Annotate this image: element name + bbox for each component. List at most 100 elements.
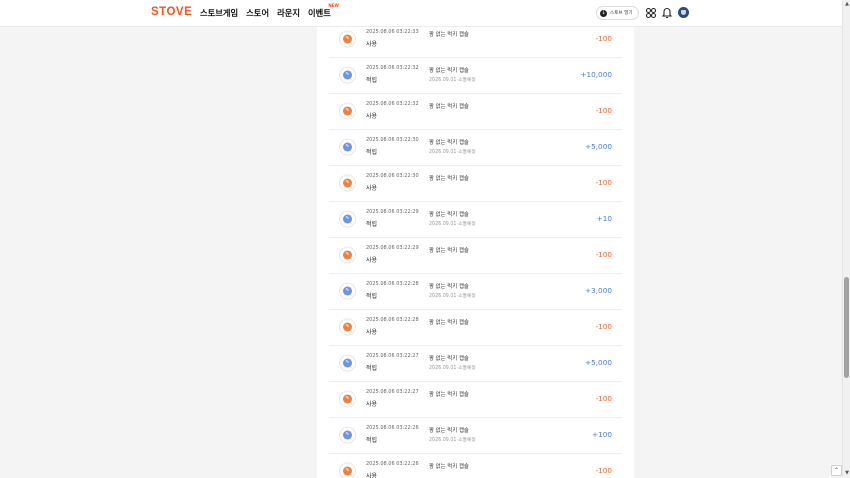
history-description: 팡 없는 럭키 캡슐 <box>429 320 469 326</box>
history-row: ✎ 2025.08.06 03:22:30 적립 팡 없는 럭키 캡슐 2026… <box>329 129 622 166</box>
launcher-label: 스토브 열기 <box>610 11 633 16</box>
history-amount: +5,000 <box>584 142 612 151</box>
apps-grid-icon[interactable] <box>645 7 657 19</box>
history-type: 사용 <box>366 41 378 48</box>
history-type: 사용 <box>366 473 378 478</box>
history-amount: +5,000 <box>584 358 612 367</box>
history-expiry: 2026.09.01 소멸예정 <box>429 222 476 227</box>
history-description: 팡 없는 럭키 캡슐 <box>429 392 469 398</box>
history-type: 적립 <box>366 365 378 372</box>
history-date: 2025.08.06 03:22:32 <box>366 65 419 71</box>
history-amount: -100 <box>595 466 612 475</box>
top-navigation-bar: STOVE 스토브게임 스토어 라운지 이벤트 NEW ↓ 스토브 열기 <box>0 0 842 27</box>
history-date: 2025.08.06 03:22:27 <box>366 389 419 395</box>
history-row: ✎ 2025.08.06 03:22:32 사용 팡 없는 럭키 캡슐 -100 <box>329 93 622 130</box>
scroll-down-arrow-icon[interactable]: ▼ <box>844 470 850 476</box>
history-date: 2025.08.06 03:22:27 <box>366 353 419 359</box>
history-row: ✎ 2025.08.06 03:22:26 사용 팡 없는 럭키 캡슐 -100 <box>329 453 622 478</box>
history-expiry: 2026.09.01 소멸예정 <box>429 294 476 299</box>
history-description: 팡 없는 럭키 캡슐 <box>429 140 469 146</box>
history-type: 사용 <box>366 329 378 336</box>
use-coin-icon: ✎ <box>339 102 356 120</box>
history-description: 팡 없는 럭키 캡슐 <box>429 212 469 218</box>
history-row: ✎ 2025.08.06 03:22:32 적립 팡 없는 럭키 캡슐 2026… <box>329 57 622 94</box>
history-expiry: 2026.09.01 소멸예정 <box>429 78 476 83</box>
use-coin-icon: ✎ <box>339 246 356 264</box>
history-date: 2025.08.06 03:22:30 <box>366 173 419 179</box>
point-history-list: ✎ 2025.08.06 03:22:33 사용 팡 없는 럭키 캡슐 -100… <box>317 0 634 478</box>
history-row: ✎ 2025.08.06 03:22:27 적립 팡 없는 럭키 캡슐 2026… <box>329 345 622 382</box>
nav-item-label: 라운지 <box>277 8 300 18</box>
history-date: 2025.08.06 03:22:29 <box>366 245 419 251</box>
history-date: 2025.08.06 03:22:29 <box>366 209 419 215</box>
earn-coin-icon: ✎ <box>339 426 356 444</box>
history-type: 적립 <box>366 149 378 156</box>
history-type: 적립 <box>366 221 378 228</box>
history-date: 2025.08.06 03:22:28 <box>366 281 419 287</box>
history-amount: -100 <box>595 178 612 187</box>
nav-item-event[interactable]: 이벤트 NEW <box>307 3 339 19</box>
history-description: 팡 없는 럭키 캡슐 <box>429 68 469 74</box>
history-amount: +10,000 <box>580 70 612 79</box>
use-coin-icon: ✎ <box>339 174 356 192</box>
history-amount: -100 <box>595 322 612 331</box>
nav-item-label: 스토브게임 <box>200 8 239 18</box>
history-type: 사용 <box>366 401 378 408</box>
history-description: 팡 없는 럭키 캡슐 <box>429 284 469 290</box>
history-description: 팡 없는 럭키 캡슐 <box>429 464 469 470</box>
avatar[interactable] <box>678 7 689 18</box>
history-date: 2025.08.06 03:22:26 <box>366 461 419 467</box>
scroll-up-arrow-icon[interactable]: ▲ <box>844 1 850 7</box>
download-icon: ↓ <box>600 9 607 17</box>
use-coin-icon: ✎ <box>339 30 356 48</box>
history-description: 팡 없는 럭키 캡슐 <box>429 356 469 362</box>
history-expiry: 2026.09.01 소멸예정 <box>429 366 476 371</box>
use-coin-icon: ✎ <box>339 390 356 408</box>
history-type: 적립 <box>366 437 378 444</box>
nav-item-stove-games[interactable]: 스토브게임 <box>200 7 238 19</box>
earn-coin-icon: ✎ <box>339 282 356 300</box>
nav-item-lounge[interactable]: 라운지 <box>277 7 300 19</box>
history-row: ✎ 2025.08.06 03:22:28 사용 팡 없는 럭키 캡슐 -100 <box>329 309 622 346</box>
stove-launcher-button[interactable]: ↓ 스토브 열기 <box>596 6 639 20</box>
history-type: 적립 <box>366 77 378 84</box>
scroll-to-top-button[interactable]: ⌃ <box>831 465 842 476</box>
history-amount: -100 <box>595 34 612 43</box>
history-date: 2025.08.06 03:22:32 <box>366 101 419 107</box>
history-description: 팡 없는 럭키 캡슐 <box>429 176 469 182</box>
history-description: 팡 없는 럭키 캡슐 <box>429 248 469 254</box>
stove-logo[interactable]: STOVE <box>151 6 192 18</box>
nav-item-label: 이벤트 <box>307 8 331 18</box>
history-date: 2025.08.06 03:22:30 <box>366 137 419 143</box>
history-amount: +100 <box>591 430 612 439</box>
history-amount: +3,000 <box>584 286 612 295</box>
earn-coin-icon: ✎ <box>339 354 356 372</box>
history-date: 2025.08.06 03:22:33 <box>366 29 419 35</box>
page-scrollbar[interactable]: ▲ ▼ <box>842 0 850 478</box>
history-row: ✎ 2025.08.06 03:22:28 적립 팡 없는 럭키 캡슐 2026… <box>329 273 622 310</box>
nav-item-store[interactable]: 스토어 <box>246 7 269 19</box>
history-row: ✎ 2025.08.06 03:22:29 사용 팡 없는 럭키 캡슐 -100 <box>329 237 622 274</box>
history-type: 적립 <box>366 293 378 300</box>
nav-item-label: 스토어 <box>246 8 270 18</box>
history-description: 팡 없는 럭키 캡슐 <box>429 104 469 110</box>
chevron-up-icon: ⌃ <box>833 467 840 474</box>
scroll-thumb[interactable] <box>844 277 849 378</box>
history-description: 팡 없는 럭키 캡슐 <box>429 32 469 38</box>
history-row: ✎ 2025.08.06 03:22:27 사용 팡 없는 럭키 캡슐 -100 <box>329 381 622 418</box>
history-amount: -100 <box>595 106 612 115</box>
history-description: 팡 없는 럭키 캡슐 <box>429 428 469 434</box>
history-row: ✎ 2025.08.06 03:22:30 사용 팡 없는 럭키 캡슐 -100 <box>329 165 622 202</box>
history-type: 사용 <box>366 113 378 120</box>
main-nav: 스토브게임 스토어 라운지 이벤트 NEW <box>200 3 339 19</box>
history-row: ✎ 2025.08.06 03:22:26 적립 팡 없는 럭키 캡슐 2026… <box>329 417 622 454</box>
use-coin-icon: ✎ <box>339 462 356 478</box>
new-badge: NEW <box>328 3 339 8</box>
history-amount: -100 <box>595 394 612 403</box>
history-amount: +10 <box>596 214 612 223</box>
history-expiry: 2026.09.01 소멸예정 <box>429 150 476 155</box>
history-expiry: 2026.09.01 소멸예정 <box>429 438 476 443</box>
history-type: 사용 <box>366 257 378 264</box>
history-date: 2025.08.06 03:22:28 <box>366 317 419 323</box>
bell-icon[interactable] <box>661 7 673 19</box>
